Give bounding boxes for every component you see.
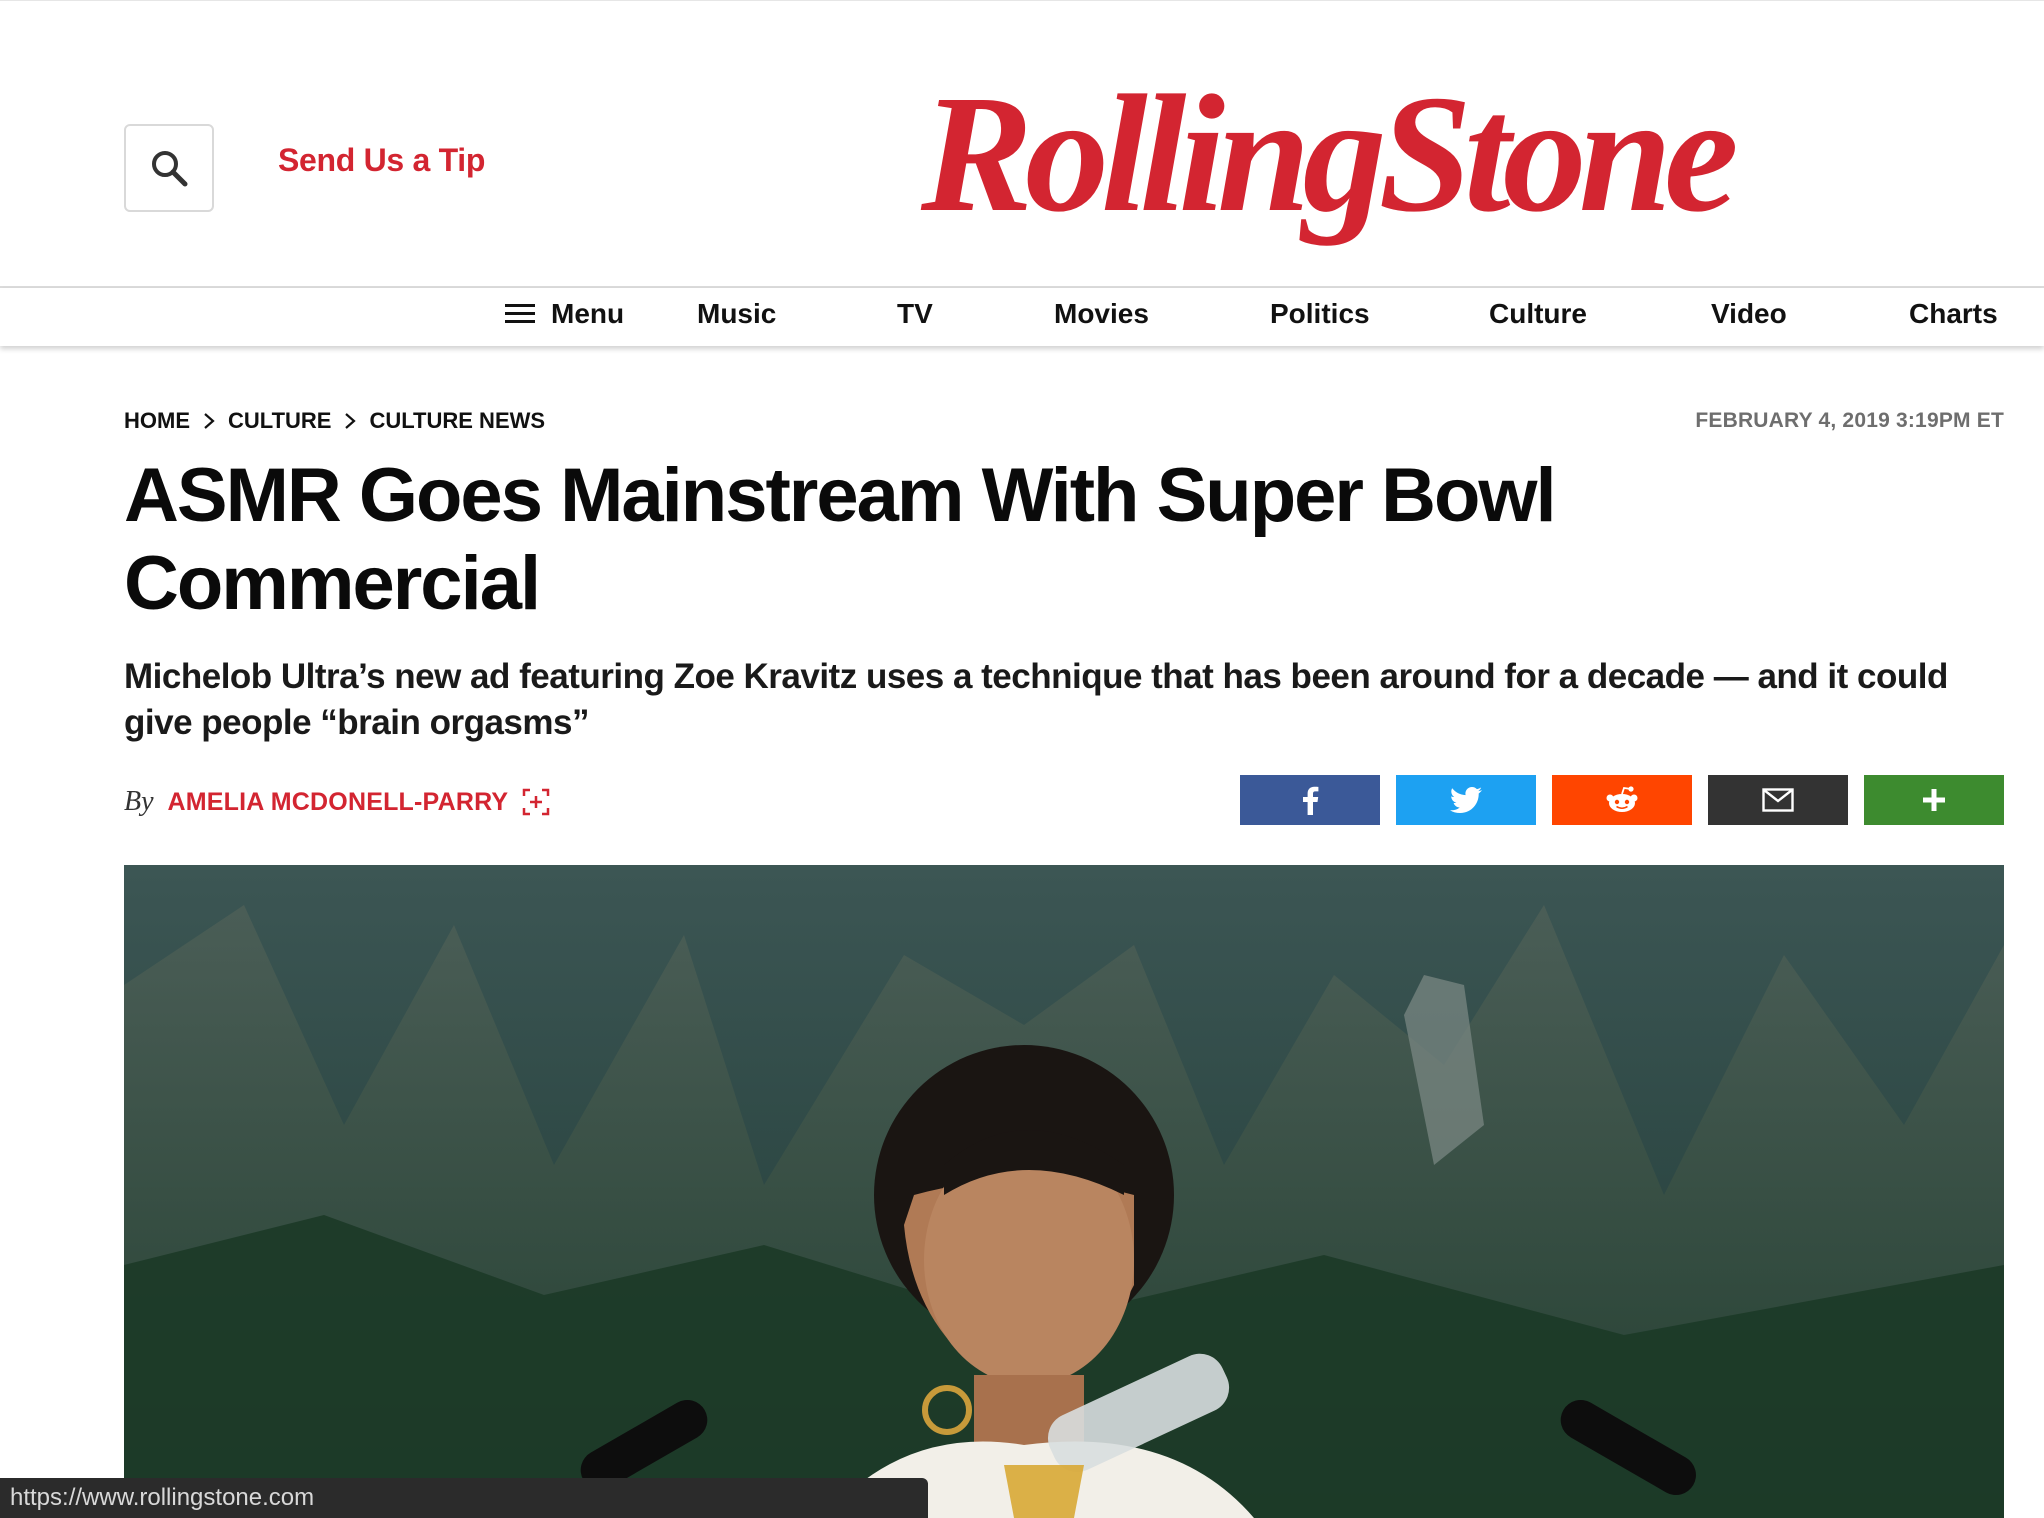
twitter-icon [1450, 787, 1482, 813]
email-icon [1762, 788, 1794, 812]
author-link[interactable]: AMELIA MCDONELL-PARRY [168, 788, 509, 817]
main-nav: Menu Music TV Movies Politics Culture Vi… [0, 288, 2044, 346]
hamburger-icon [505, 304, 535, 324]
breadcrumb: HOME CULTURE CULTURE NEWS [124, 408, 545, 434]
breadcrumb-culture[interactable]: CULTURE [228, 408, 331, 434]
nav-item-movies[interactable]: Movies [1054, 298, 1149, 330]
publish-date: FEBRUARY 4, 2019 3:19PM ET [1695, 409, 2004, 432]
chevron-right-icon [345, 413, 357, 429]
plus-icon [1923, 789, 1945, 811]
nav-item-video[interactable]: Video [1711, 298, 1787, 330]
facebook-icon [1303, 786, 1319, 815]
by-label: By [124, 786, 154, 817]
share-twitter-button[interactable] [1396, 775, 1536, 825]
share-more-button[interactable] [1864, 775, 2004, 825]
page: Send Us a Tip RollingStone Menu Music TV… [0, 0, 2044, 1518]
reddit-icon [1606, 786, 1638, 812]
send-tip-link[interactable]: Send Us a Tip [278, 142, 485, 179]
nav-item-charts[interactable]: Charts [1909, 298, 1998, 330]
share-facebook-button[interactable] [1240, 775, 1380, 825]
share-email-button[interactable] [1708, 775, 1848, 825]
chevron-right-icon [204, 413, 215, 429]
menu-button[interactable]: Menu [505, 298, 624, 330]
byline: By AMELIA MCDONELL-PARRY [124, 786, 550, 818]
nav-item-music[interactable]: Music [697, 298, 776, 330]
breadcrumb-culture-news[interactable]: CULTURE NEWS [369, 408, 545, 434]
breadcrumb-home[interactable]: HOME [124, 408, 190, 434]
status-bar-url: https://www.rollingstone.com [0, 1478, 928, 1518]
nav-item-tv[interactable]: TV [897, 298, 933, 330]
share-reddit-button[interactable] [1552, 775, 1692, 825]
logo-text: RollingStone [920, 61, 1735, 247]
search-button[interactable] [124, 124, 214, 212]
article-headline: ASMR Goes Mainstream With Super Bowl Com… [124, 453, 1557, 626]
site-logo[interactable]: RollingStone [915, 60, 1855, 260]
article-dek: Michelob Ultra’s new ad featuring Zoe Kr… [124, 657, 1948, 742]
hero-image [124, 865, 2004, 1518]
search-icon [152, 151, 188, 187]
follow-author-icon[interactable] [522, 788, 550, 816]
top-divider [0, 0, 2044, 1]
nav-item-culture[interactable]: Culture [1489, 298, 1587, 330]
menu-label: Menu [551, 298, 625, 329]
nav-item-politics[interactable]: Politics [1270, 298, 1370, 330]
